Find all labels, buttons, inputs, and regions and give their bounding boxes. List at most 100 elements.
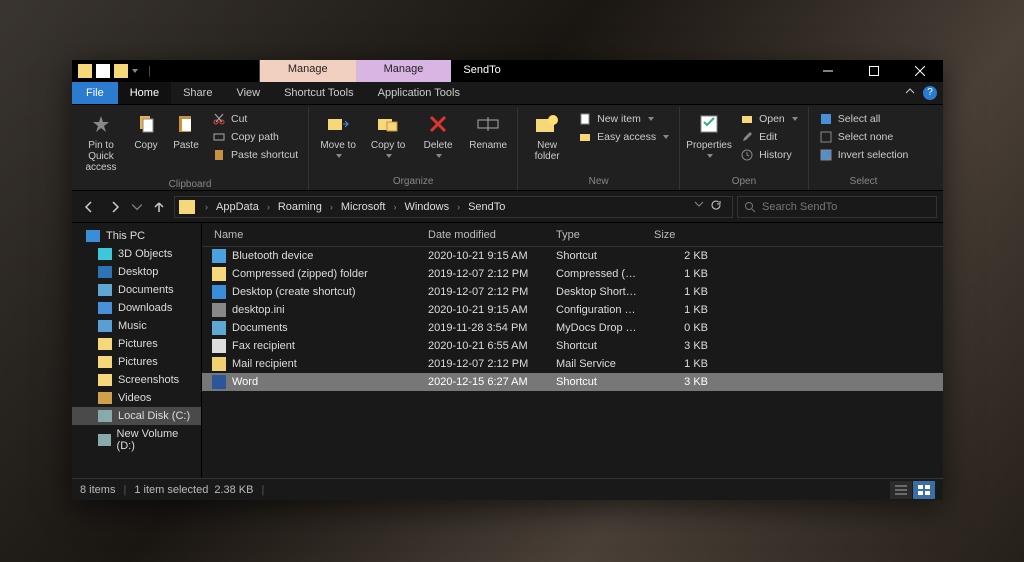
status-selected-count: 1 item selected bbox=[134, 484, 208, 496]
delete-button[interactable]: Delete bbox=[415, 109, 461, 160]
file-date: 2020-10-21 9:15 AM bbox=[420, 250, 548, 262]
sidebar-item[interactable]: New Volume (D:) bbox=[72, 425, 201, 455]
paste-button[interactable]: Paste bbox=[168, 109, 204, 153]
file-row[interactable]: Documents2019-11-28 3:54 PMMyDocs Drop T… bbox=[202, 319, 943, 337]
sidebar-item[interactable]: Music bbox=[72, 317, 201, 335]
back-button[interactable] bbox=[78, 196, 100, 218]
sidebar-label: 3D Objects bbox=[118, 248, 172, 260]
copy-button[interactable]: Copy bbox=[128, 109, 164, 153]
file-explorer-window: | Manage Manage SendTo File Home Share V… bbox=[72, 60, 943, 500]
status-bar: 8 items | 1 item selected 2.38 KB | bbox=[72, 478, 943, 500]
file-name: Documents bbox=[232, 322, 288, 334]
column-name[interactable]: Name bbox=[202, 229, 420, 241]
properties-button[interactable]: Properties bbox=[686, 109, 732, 160]
column-size[interactable]: Size bbox=[646, 229, 716, 241]
home-tab[interactable]: Home bbox=[118, 82, 171, 104]
refresh-icon[interactable] bbox=[710, 199, 722, 214]
sidebar-icon bbox=[98, 374, 112, 386]
new-folder-button[interactable]: New folder bbox=[524, 109, 570, 164]
search-placeholder: Search SendTo bbox=[762, 201, 837, 213]
help-icon[interactable]: ? bbox=[923, 86, 937, 100]
sidebar-item[interactable]: Documents bbox=[72, 281, 201, 299]
new-item-button[interactable]: New item bbox=[576, 111, 671, 127]
sidebar-item[interactable]: Screenshots bbox=[72, 371, 201, 389]
forward-button[interactable] bbox=[104, 196, 126, 218]
manage-tab-shortcut[interactable]: Manage bbox=[259, 60, 356, 82]
search-box[interactable]: Search SendTo bbox=[737, 196, 937, 218]
sidebar-label: Local Disk (C:) bbox=[118, 410, 190, 422]
sidebar-icon bbox=[98, 434, 111, 446]
file-date: 2019-12-07 2:12 PM bbox=[420, 286, 548, 298]
file-row[interactable]: Word2020-12-15 6:27 AMShortcut3 KB bbox=[202, 373, 943, 391]
application-tools-tab[interactable]: Application Tools bbox=[366, 82, 472, 104]
file-row[interactable]: Mail recipient2019-12-07 2:12 PMMail Ser… bbox=[202, 355, 943, 373]
sidebar-icon bbox=[98, 302, 112, 314]
file-row[interactable]: desktop.ini2020-10-21 9:15 AMConfigurati… bbox=[202, 301, 943, 319]
copy-to-button[interactable]: Copy to bbox=[365, 109, 411, 160]
column-headers: Name Date modified Type Size bbox=[202, 223, 943, 247]
sidebar-item[interactable]: Downloads bbox=[72, 299, 201, 317]
collapse-ribbon-icon[interactable] bbox=[899, 82, 921, 104]
file-row[interactable]: Desktop (create shortcut)2019-12-07 2:12… bbox=[202, 283, 943, 301]
easy-access-button[interactable]: Easy access bbox=[576, 129, 671, 145]
select-none-button[interactable]: Select none bbox=[817, 129, 911, 145]
details-view-toggle[interactable] bbox=[890, 481, 912, 499]
pin-quick-access-button[interactable]: Pin to Quick access bbox=[78, 109, 124, 175]
shortcut-tools-tab[interactable]: Shortcut Tools bbox=[272, 82, 366, 104]
file-size: 0 KB bbox=[646, 322, 716, 334]
sidebar-item[interactable]: This PC bbox=[72, 227, 201, 245]
chevron-down-icon[interactable] bbox=[694, 199, 704, 214]
sidebar-item[interactable]: Videos bbox=[72, 389, 201, 407]
column-date[interactable]: Date modified bbox=[420, 229, 548, 241]
copy-path-button[interactable]: Copy path bbox=[210, 129, 300, 145]
sidebar-icon bbox=[98, 410, 112, 422]
manage-tab-application[interactable]: Manage bbox=[356, 60, 452, 82]
file-type: Shortcut bbox=[548, 250, 646, 262]
file-row[interactable]: Bluetooth device2020-10-21 9:15 AMShortc… bbox=[202, 247, 943, 265]
file-icon bbox=[212, 375, 226, 389]
invert-selection-button[interactable]: Invert selection bbox=[817, 147, 911, 163]
file-row[interactable]: Fax recipient2020-10-21 6:55 AMShortcut3… bbox=[202, 337, 943, 355]
breadcrumb-item[interactable]: SendTo bbox=[466, 199, 507, 215]
maximize-button[interactable] bbox=[851, 60, 897, 82]
breadcrumb-item[interactable]: Microsoft bbox=[339, 199, 388, 215]
sidebar-item[interactable]: Pictures bbox=[72, 335, 201, 353]
navigation-pane[interactable]: This PC 3D Objects DesktopDocumentsDownloa… bbox=[72, 223, 202, 478]
file-icon bbox=[212, 303, 226, 317]
folder-icon bbox=[78, 64, 92, 78]
breadcrumb-item[interactable]: Roaming bbox=[276, 199, 324, 215]
thumbnails-view-toggle[interactable] bbox=[913, 481, 935, 499]
paste-shortcut-button[interactable]: Paste shortcut bbox=[210, 147, 300, 163]
edit-button[interactable]: Edit bbox=[738, 129, 800, 145]
minimize-button[interactable] bbox=[805, 60, 851, 82]
file-type: Shortcut bbox=[548, 340, 646, 352]
history-dropdown-icon[interactable] bbox=[130, 196, 144, 218]
address-bar[interactable]: › AppData› Roaming› Microsoft› Windows› … bbox=[174, 196, 733, 218]
history-button[interactable]: History bbox=[738, 147, 800, 163]
select-all-button[interactable]: Select all bbox=[817, 111, 911, 127]
sidebar-item[interactable]: Desktop bbox=[72, 263, 201, 281]
qat-dropdown-icon[interactable] bbox=[132, 69, 138, 73]
file-list-area: Name Date modified Type Size Bluetooth d… bbox=[202, 223, 943, 478]
share-tab[interactable]: Share bbox=[171, 82, 224, 104]
file-row[interactable]: Compressed (zipped) folder2019-12-07 2:1… bbox=[202, 265, 943, 283]
cut-button[interactable]: Cut bbox=[210, 111, 300, 127]
open-button[interactable]: Open bbox=[738, 111, 800, 127]
breadcrumb-item[interactable]: Windows bbox=[402, 199, 451, 215]
sidebar-item[interactable]: Pictures bbox=[72, 353, 201, 371]
file-icon bbox=[212, 249, 226, 263]
view-tab[interactable]: View bbox=[224, 82, 272, 104]
rename-button[interactable]: Rename bbox=[465, 109, 511, 153]
sidebar-item[interactable]: 3D Objects bbox=[72, 245, 201, 263]
sidebar-icon bbox=[98, 338, 112, 350]
file-name: Word bbox=[232, 376, 258, 388]
file-type: Desktop Shortcut bbox=[548, 286, 646, 298]
close-button[interactable] bbox=[897, 60, 943, 82]
column-type[interactable]: Type bbox=[548, 229, 646, 241]
file-menu[interactable]: File bbox=[72, 82, 118, 104]
file-icon bbox=[212, 285, 226, 299]
sidebar-item[interactable]: Local Disk (C:) bbox=[72, 407, 201, 425]
breadcrumb-item[interactable]: AppData bbox=[214, 199, 261, 215]
up-button[interactable] bbox=[148, 196, 170, 218]
move-to-button[interactable]: Move to bbox=[315, 109, 361, 160]
